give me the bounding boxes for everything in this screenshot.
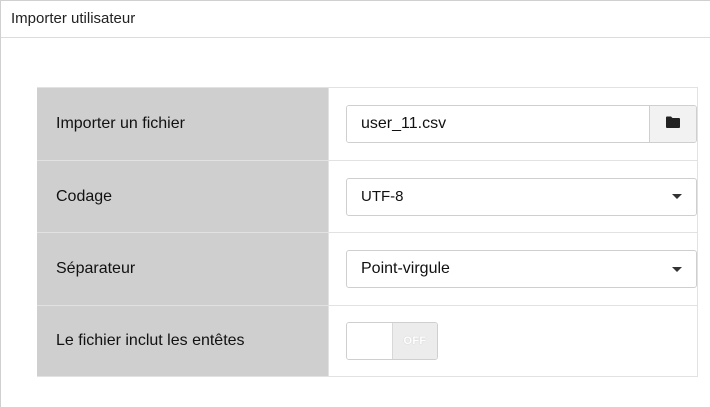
separator-label: Séparateur (37, 232, 329, 306)
headers-toggle[interactable]: OFF (346, 322, 438, 360)
separator-value: Point-virgule (361, 260, 450, 277)
file-picker (346, 105, 697, 143)
browse-button[interactable] (649, 106, 696, 142)
headers-label: Le fichier inclut les entêtes (37, 305, 329, 377)
import-user-panel: Importer utilisateur Importer un fichier (0, 0, 710, 407)
form-row-encoding: Codage UTF-8 (37, 160, 698, 233)
form-row-file: Importer un fichier (37, 87, 698, 161)
caret-down-icon (672, 266, 682, 272)
encoding-value: UTF-8 (361, 188, 404, 205)
form-row-headers: Le fichier inclut les entêtes OFF (37, 305, 698, 377)
toggle-knob (347, 323, 393, 359)
caret-down-icon (672, 194, 682, 199)
panel-title: Importer utilisateur (1, 1, 710, 38)
encoding-label: Codage (37, 160, 329, 233)
folder-icon (666, 115, 680, 133)
separator-select[interactable]: Point-virgule (346, 250, 697, 288)
file-label: Importer un fichier (37, 87, 329, 161)
import-form: Importer un fichier Codage (37, 87, 698, 377)
form-row-separator: Séparateur Point-virgule (37, 232, 698, 306)
toggle-state-label: OFF (393, 323, 437, 359)
encoding-select[interactable]: UTF-8 (346, 177, 697, 216)
file-name-input[interactable] (347, 106, 649, 142)
